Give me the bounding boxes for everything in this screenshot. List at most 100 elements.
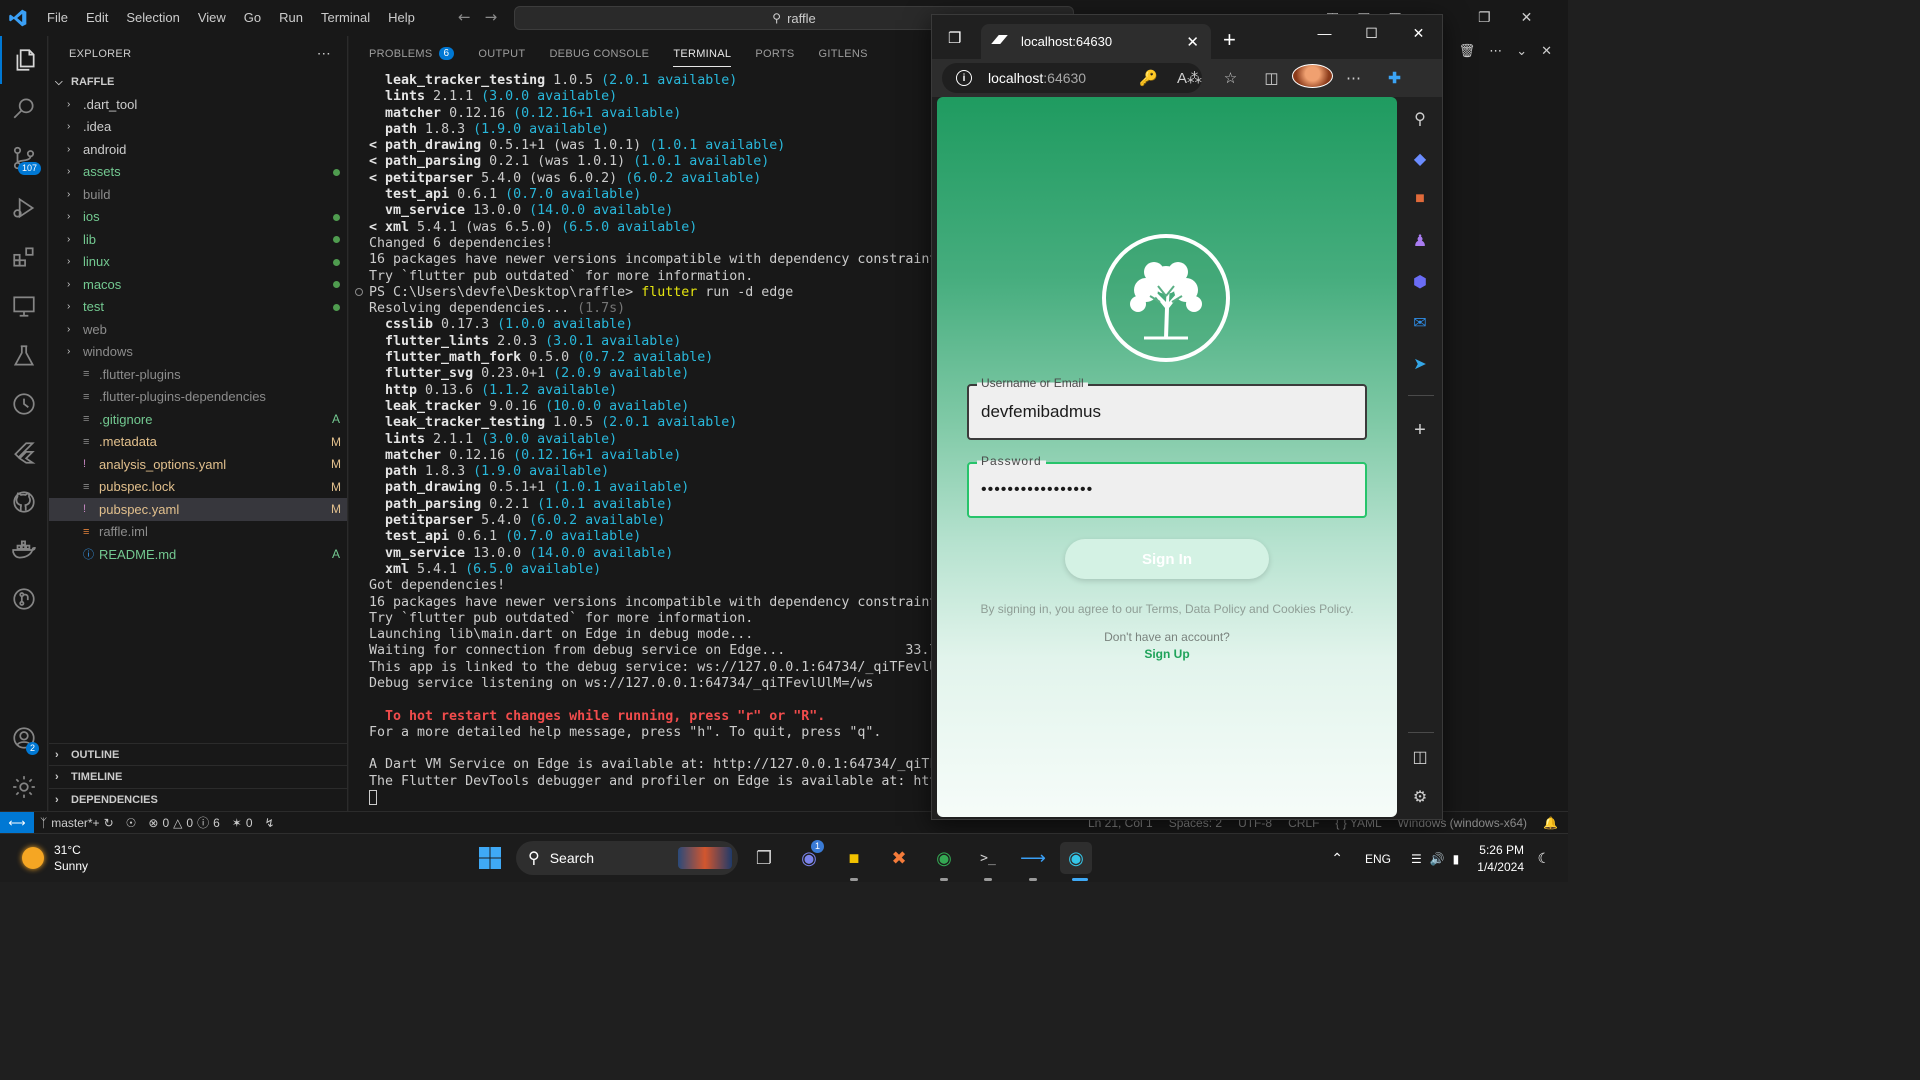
close-window-icon[interactable]: ✕ (1395, 15, 1442, 51)
tree-item[interactable]: ≡ .flutter-plugins-dependencies (49, 386, 347, 409)
settings-gear-icon[interactable] (0, 763, 48, 811)
games-icon[interactable]: ♟ (1398, 231, 1442, 251)
taskbar-search[interactable]: ⚲ Search (516, 841, 738, 875)
tree-item[interactable]: › windows (49, 341, 347, 364)
tree-item[interactable]: › assets (49, 161, 347, 184)
workspace-root[interactable]: ⌵ RAFFLE (49, 71, 347, 93)
flutter-status[interactable]: ↯ (259, 816, 281, 830)
browser-tab[interactable]: localhost:64630 ✕ (981, 24, 1211, 59)
drop-send-icon[interactable]: ➤ (1398, 354, 1442, 374)
tree-item[interactable]: › .idea (49, 116, 347, 139)
menu-run[interactable]: Run (270, 0, 312, 36)
add-sidebar-app-icon[interactable]: + (1398, 419, 1442, 442)
password-field[interactable]: Password ••••••••••••••••• (967, 454, 1367, 518)
tree-item[interactable]: › test (49, 296, 347, 319)
shopping-tag-icon[interactable]: ◆ (1398, 149, 1442, 169)
tab-terminal[interactable]: TERMINAL (673, 36, 732, 71)
teams-chat-icon[interactable]: ◉ 1 (793, 840, 825, 874)
tree-item[interactable]: ≡ pubspec.lock M (49, 476, 347, 499)
flutter-icon[interactable] (0, 429, 48, 477)
menu-terminal[interactable]: Terminal (312, 0, 379, 36)
tray-chevron-up-icon[interactable]: ⌃ (1331, 850, 1343, 867)
restore-icon[interactable]: ❐ (1478, 10, 1491, 26)
start-windows-icon[interactable] (474, 842, 506, 874)
search-icon[interactable] (0, 84, 48, 132)
menu-help[interactable]: Help (379, 0, 424, 36)
testing-icon[interactable] (0, 332, 48, 380)
menu-selection[interactable]: Selection (117, 0, 188, 36)
dependencies-section[interactable]: › DEPENDENCIES (49, 788, 348, 811)
timeline-section[interactable]: › TIMELINE (49, 765, 348, 788)
tree-item[interactable]: ≡ .gitignore A (49, 408, 347, 431)
microsoft-365-icon[interactable]: ⬢ (1398, 272, 1442, 292)
gitlens-icon[interactable] (0, 575, 48, 623)
input-language[interactable]: ENG (1365, 852, 1391, 866)
sign-up-link[interactable]: Sign Up (937, 647, 1397, 661)
docker-icon[interactable] (0, 526, 48, 574)
github-icon[interactable] (0, 478, 48, 526)
more-actions-icon[interactable]: ⋯ (317, 45, 331, 62)
timeline-icon[interactable] (0, 380, 48, 428)
tools-briefcase-icon[interactable]: ■ (1398, 190, 1442, 208)
command-decoration-icon[interactable] (355, 287, 363, 296)
notifications-bell-icon[interactable]: 🔔 (1543, 816, 1558, 830)
wifi-icon[interactable]: ☰ (1411, 852, 1422, 866)
split-screen-icon[interactable]: ◫ (1251, 69, 1292, 87)
tab-problems[interactable]: PROBLEMS 6 (369, 36, 455, 71)
settings-more-icon[interactable]: ⋯ (1333, 69, 1374, 87)
tree-item[interactable]: › .dart_tool (49, 93, 347, 116)
tab-gitlens[interactable]: GITLENS (819, 36, 868, 71)
run-debug-icon[interactable] (0, 184, 48, 232)
tree-item[interactable]: ⓘ README.md A (49, 543, 347, 566)
task-view-icon[interactable]: ❐ (748, 842, 780, 874)
terminal-app-icon[interactable]: >_ (972, 842, 1004, 874)
minimize-icon[interactable]: — (1301, 15, 1348, 51)
tab-ports[interactable]: PORTS (755, 36, 794, 71)
problems-status[interactable]: ⊗ 0 △ 0 ⓘ 6 (142, 814, 225, 831)
hide-sidebar-icon[interactable]: ◫ (1398, 747, 1442, 767)
site-info-icon[interactable]: i (956, 70, 972, 86)
edge-dev-icon[interactable]: ◉ (928, 842, 960, 874)
tree-item[interactable]: › linux (49, 251, 347, 274)
tree-item[interactable]: ≡ .flutter-plugins (49, 363, 347, 386)
tree-item[interactable]: ! analysis_options.yaml M (49, 453, 347, 476)
tree-item[interactable]: › build (49, 183, 347, 206)
explorer-icon[interactable] (0, 36, 48, 84)
xampp-icon[interactable]: ✖ (883, 842, 915, 874)
outline-section[interactable]: › OUTLINE (49, 743, 348, 766)
menu-go[interactable]: Go (235, 0, 270, 36)
tree-item[interactable]: › lib (49, 228, 347, 251)
volume-icon[interactable]: 🔊 (1430, 852, 1445, 866)
panel-collapse-icon[interactable]: ⌄ (1516, 44, 1527, 59)
panel-close-icon[interactable]: ✕ (1541, 44, 1552, 59)
edge-taskbar-icon[interactable]: ◉ (1060, 842, 1092, 874)
source-control-icon[interactable]: 107 (0, 134, 48, 182)
sidebar-settings-icon[interactable]: ⚙ (1398, 787, 1442, 807)
remote-indicator-icon[interactable]: ⟷ (0, 811, 34, 834)
close-tab-icon[interactable]: ✕ (1186, 33, 1199, 51)
tree-item[interactable]: › macos (49, 273, 347, 296)
remote-explorer-icon[interactable] (0, 282, 48, 330)
tab-debug-console[interactable]: DEBUG CONSOLE (549, 36, 649, 71)
tree-item[interactable]: › web (49, 318, 347, 341)
kill-terminal-icon[interactable]: 🗑 (1459, 44, 1476, 59)
tree-item[interactable]: ≡ raffle.iml (49, 521, 347, 544)
maximize-icon[interactable]: ☐ (1348, 15, 1395, 51)
profile-avatar[interactable] (1292, 64, 1333, 92)
sign-in-button[interactable]: Sign In (1065, 539, 1269, 579)
outlook-icon[interactable]: ✉ (1398, 313, 1442, 333)
do-not-disturb-icon[interactable]: ☾ (1537, 850, 1550, 867)
back-arrow-icon[interactable]: ← (458, 8, 471, 26)
key-icon[interactable]: 🔑 (1128, 69, 1169, 87)
git-graph-status[interactable]: ☉ (120, 816, 143, 830)
battery-icon[interactable]: ▮ (1453, 852, 1460, 866)
favorite-star-icon[interactable]: ☆ (1210, 69, 1251, 87)
branch-status[interactable]: ᛉ master*+ ↻ (34, 816, 120, 830)
username-field[interactable]: Username or Email devfemibadmus (967, 376, 1367, 440)
menu-edit[interactable]: Edit (77, 0, 117, 36)
menu-view[interactable]: View (189, 0, 235, 36)
file-explorer-icon[interactable]: ■ (838, 842, 870, 874)
tab-output[interactable]: OUTPUT (478, 36, 525, 71)
search-icon[interactable]: ⚲ (1398, 109, 1442, 129)
tree-item[interactable]: ! pubspec.yaml M (49, 498, 347, 521)
